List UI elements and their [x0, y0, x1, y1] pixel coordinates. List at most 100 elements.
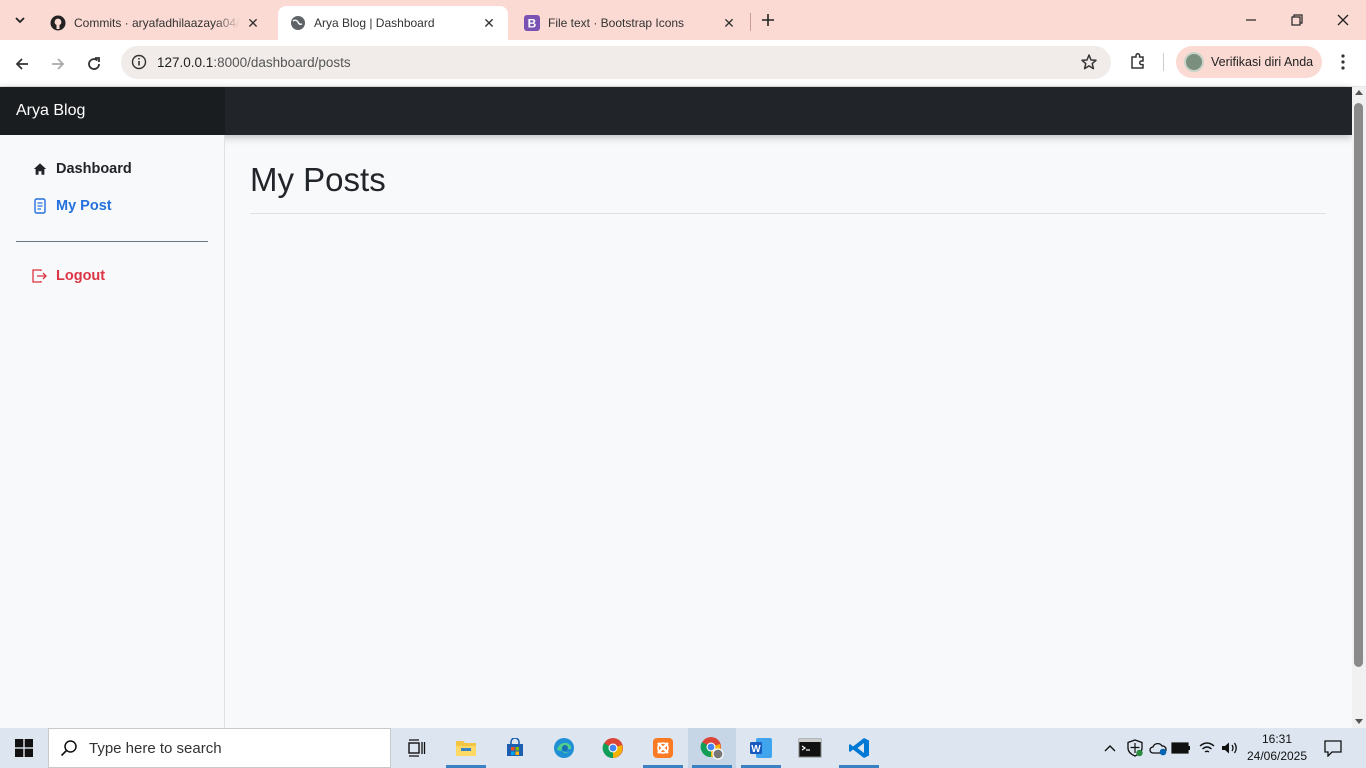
- taskbar-chrome-active[interactable]: [688, 728, 736, 768]
- start-button[interactable]: [0, 728, 48, 768]
- browser-menu-button[interactable]: [1332, 50, 1354, 74]
- avatar: [1184, 52, 1204, 72]
- chrome-profile-icon: [700, 737, 724, 760]
- taskbar-chrome[interactable]: [589, 728, 637, 768]
- tab-bootstrap-icons[interactable]: B File text · Bootstrap Icons ✕: [512, 6, 748, 40]
- restore-button[interactable]: [1274, 0, 1320, 40]
- file-text-icon: [32, 198, 48, 214]
- extensions-icon[interactable]: [1126, 49, 1150, 73]
- toolbar-separator: [1163, 53, 1164, 71]
- taskbar-vscode[interactable]: [835, 728, 883, 768]
- terminal-icon: [798, 738, 822, 758]
- taskbar-xampp[interactable]: [639, 728, 687, 768]
- minimize-button[interactable]: [1228, 0, 1274, 40]
- more-vertical-icon: [1341, 54, 1345, 70]
- restore-icon: [1291, 14, 1303, 26]
- site-info-icon[interactable]: [129, 52, 149, 72]
- task-view-icon: [408, 739, 426, 757]
- sidebar-item-logout[interactable]: Logout: [32, 268, 105, 284]
- taskbar-edge[interactable]: [540, 728, 588, 768]
- vscode-icon: [849, 738, 869, 758]
- close-tab-icon[interactable]: ✕: [244, 14, 262, 32]
- web-page: Arya Blog Dashboard My Post Logout My Po…: [0, 87, 1352, 728]
- close-icon: [1337, 14, 1349, 26]
- word-icon: W: [750, 738, 772, 758]
- sidebar-item-label: My Post: [56, 198, 112, 214]
- back-button[interactable]: [7, 49, 37, 79]
- xampp-icon: [653, 738, 673, 758]
- search-placeholder: Type here to search: [89, 739, 222, 757]
- page-scrollbar[interactable]: [1352, 87, 1366, 728]
- system-clock[interactable]: 16:31 24/06/2025: [1240, 731, 1314, 765]
- chevron-down-icon: [15, 17, 25, 24]
- tab-title: Commits · aryafadhilaazaya04/Ujikom: [74, 16, 240, 30]
- reload-icon: [88, 57, 100, 70]
- taskbar-word[interactable]: W: [737, 728, 785, 768]
- tab-title: File text · Bootstrap Icons: [548, 16, 685, 30]
- profile-button[interactable]: Verifikasi diri Anda: [1176, 46, 1322, 78]
- close-tab-icon[interactable]: ✕: [480, 14, 498, 32]
- tab-separator: [750, 13, 751, 31]
- tab-github-commits[interactable]: Commits · aryafadhilaazaya04/Ujikom ✕: [38, 6, 272, 40]
- box-arrow-right-icon: [32, 268, 48, 284]
- sidebar: Dashboard My Post Logout: [0, 135, 225, 728]
- taskbar-microsoft-store[interactable]: [491, 728, 539, 768]
- globe-icon: [290, 15, 306, 31]
- scroll-up-icon[interactable]: [1355, 90, 1363, 95]
- arrow-left-icon: [15, 58, 28, 70]
- svg-text:B: B: [528, 17, 537, 31]
- chrome-icon: [602, 738, 623, 759]
- browser-tab-strip: Commits · aryafadhilaazaya04/Ujikom ✕ Ar…: [0, 0, 1366, 40]
- microsoft-store-icon: [507, 738, 523, 756]
- scrollbar-thumb[interactable]: [1354, 103, 1363, 667]
- close-window-button[interactable]: [1320, 0, 1366, 40]
- page-title: My Posts: [250, 161, 386, 198]
- sidebar-item-my-post[interactable]: My Post: [32, 198, 112, 214]
- address-bar[interactable]: 127.0.0.1:8000/dashboard/posts: [121, 46, 1111, 79]
- onedrive-tray-icon[interactable]: [1148, 738, 1168, 758]
- bootstrap-icon: B: [524, 15, 540, 31]
- wifi-tray-icon[interactable]: [1197, 738, 1217, 758]
- close-tab-icon[interactable]: ✕: [720, 14, 738, 32]
- task-view-button[interactable]: [392, 728, 440, 768]
- windows-taskbar: Type here to search W 16:31 24/06/2025: [0, 728, 1366, 768]
- windows-logo-icon: [15, 739, 33, 757]
- sidebar-item-label: Logout: [56, 268, 106, 284]
- clock-time: 16:31: [1261, 732, 1293, 746]
- scroll-down-icon[interactable]: [1355, 719, 1363, 724]
- taskbar-terminal[interactable]: [786, 728, 834, 768]
- new-tab-button[interactable]: [756, 8, 780, 32]
- show-hidden-icons-button[interactable]: [1100, 738, 1120, 758]
- tab-search-dropdown-button[interactable]: [6, 6, 34, 34]
- forward-button[interactable]: [43, 49, 73, 79]
- chevron-up-icon: [1104, 745, 1116, 752]
- github-icon: [50, 15, 66, 31]
- battery-tray-icon[interactable]: [1171, 738, 1191, 758]
- clock-date: 24/06/2025: [1246, 749, 1308, 763]
- url-host: 127.0.0.1: [157, 55, 214, 70]
- arrow-right-icon: [52, 58, 65, 70]
- plus-icon: [762, 14, 774, 26]
- sidebar-item-label: Dashboard: [56, 161, 132, 177]
- taskbar-file-explorer[interactable]: [442, 728, 490, 768]
- sidebar-divider: [16, 241, 208, 242]
- volume-tray-icon[interactable]: [1220, 738, 1240, 758]
- sidebar-item-dashboard[interactable]: Dashboard: [32, 161, 132, 177]
- reload-button[interactable]: [79, 49, 109, 79]
- brand-link[interactable]: Arya Blog: [0, 87, 225, 135]
- url-path: :8000/dashboard/posts: [213, 55, 351, 70]
- tab-title: Arya Blog | Dashboard: [314, 16, 435, 30]
- url-text: 127.0.0.1:8000/dashboard/posts: [157, 55, 351, 70]
- taskbar-search-box[interactable]: Type here to search: [48, 728, 391, 768]
- file-explorer-icon: [456, 741, 476, 756]
- security-tray-icon[interactable]: [1125, 738, 1145, 758]
- house-fill-icon: [32, 161, 48, 177]
- notification-center-button[interactable]: [1320, 736, 1346, 760]
- title-divider: [250, 213, 1326, 214]
- profile-label: Verifikasi diri Anda: [1211, 55, 1314, 69]
- notification-icon: [1324, 740, 1342, 757]
- tab-arya-blog-dashboard[interactable]: Arya Blog | Dashboard ✕: [278, 6, 508, 40]
- bookmark-star-icon[interactable]: [1079, 52, 1099, 72]
- svg-text:W: W: [751, 744, 761, 755]
- browser-toolbar: 127.0.0.1:8000/dashboard/posts: [0, 40, 1366, 87]
